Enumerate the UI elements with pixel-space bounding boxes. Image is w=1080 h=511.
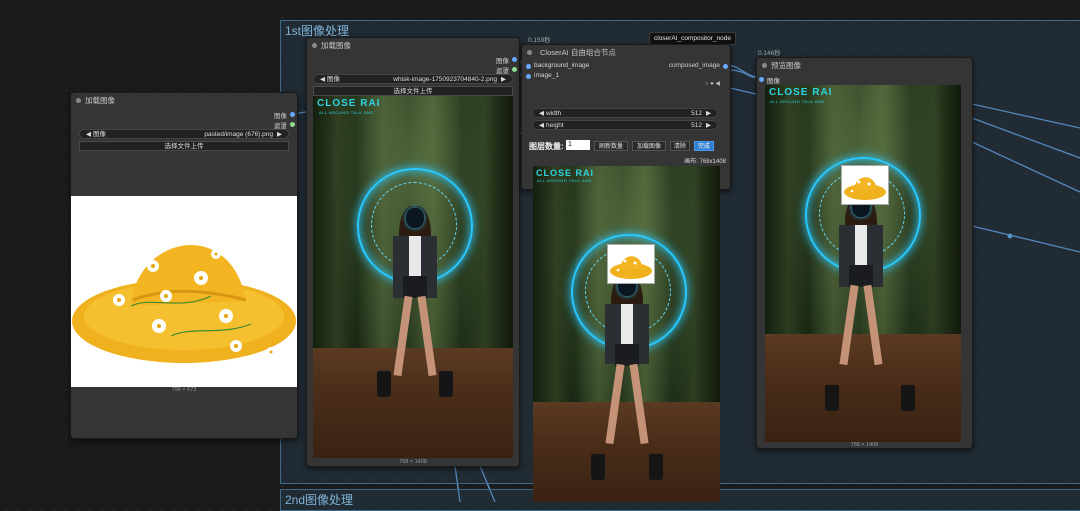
yellow-hat-graphic <box>72 245 296 363</box>
input-background-socket[interactable] <box>526 64 531 69</box>
collapse-dot-icon[interactable] <box>76 98 81 103</box>
node-header[interactable]: CloserAI 自由组合节点 <box>522 45 730 60</box>
height-right-arrow-icon[interactable]: ▶ <box>706 121 711 131</box>
width-right-arrow-icon[interactable]: ▶ <box>706 109 711 119</box>
output-image-socket[interactable] <box>512 57 517 62</box>
layers-input[interactable]: 1 <box>566 140 590 150</box>
combo-value: whisk-image-1750923704840-2.png <box>393 76 497 83</box>
node-header[interactable]: 预览图像 <box>757 58 972 73</box>
canvas-size-label: 画布: 768x1408 <box>684 159 726 165</box>
input-background-label: background_image <box>534 62 590 69</box>
upload-button[interactable]: 选择文件上传 <box>79 141 289 151</box>
width-label: width <box>546 110 562 117</box>
width-left-arrow-icon[interactable]: ◀ <box>539 109 544 119</box>
logo-subtext: ALL AROUND TALK AND <box>319 110 374 115</box>
size-caption: 768 × 1408 <box>399 459 427 465</box>
width-widget[interactable]: ◀ width ▶ 512 <box>532 108 718 118</box>
output-mask-socket[interactable] <box>290 122 295 127</box>
logo-text: CLOSE RAI <box>536 168 595 178</box>
collapse-dot-icon[interactable] <box>762 63 767 68</box>
size-caption: 768 × 1408 <box>850 442 879 448</box>
collapse-dot-icon[interactable] <box>527 50 532 55</box>
load-image-node-left[interactable]: 加载图像 图像 遮罩 ◀ 图像 ▶ pasted/image (676).png… <box>70 92 298 439</box>
height-value: 512 <box>691 122 702 129</box>
upload-button[interactable]: 选择文件上传 <box>313 86 513 96</box>
preview-image-node[interactable]: 预览图像 图像 CLOSE RAI ALL AROUND TALK AND 76… <box>756 57 973 449</box>
image-combo[interactable]: ◀ 图像 ▶ pasted/image (676).png <box>79 129 289 139</box>
node-header[interactable]: 加载图像 <box>71 93 297 108</box>
height-widget[interactable]: ◀ height ▶ 512 <box>532 120 718 130</box>
status-icons: ○ ● ◀ <box>704 81 720 87</box>
hat-overlay-layer[interactable] <box>607 244 655 284</box>
logo-text: CLOSE RAI <box>317 98 381 109</box>
node-header[interactable]: 加载图像 <box>307 38 519 53</box>
node-title: 预览图像 <box>771 61 801 70</box>
clear-button[interactable]: 清除 <box>670 141 690 151</box>
node-title: CloserAI 自由组合节点 <box>540 48 616 57</box>
refresh-count-button[interactable]: 刷新数量 <box>594 141 628 151</box>
group-2nd-title: 2nd图像处理 <box>285 493 354 507</box>
forest-girl-image: CLOSE RAI ALL AROUND TALK AND <box>313 96 513 458</box>
node-title: 加载图像 <box>85 96 115 105</box>
yellow-hat-graphic <box>844 177 886 200</box>
height-left-arrow-icon[interactable]: ◀ <box>539 121 544 131</box>
size-caption: 796 × 673 <box>171 387 197 393</box>
hat-image <box>71 196 297 387</box>
compositor-canvas[interactable]: CLOSE RAI ALL AROUND TALK AND <box>533 166 720 502</box>
output-image-socket[interactable] <box>290 112 295 117</box>
input-image1-socket[interactable] <box>526 74 531 79</box>
yellow-hat-graphic <box>610 256 652 279</box>
preview-time: 0.146秒 <box>758 50 781 57</box>
layers-label: 图层数量: <box>529 142 564 151</box>
output-composed-socket[interactable] <box>723 64 728 69</box>
width-value: 512 <box>691 110 702 117</box>
node-title: 加载图像 <box>321 41 351 50</box>
done-button[interactable]: 完成 <box>694 141 714 151</box>
collapse-dot-icon[interactable] <box>312 43 317 48</box>
combo-label: 图像 <box>327 76 340 83</box>
logo-subtext: ALL AROUND TALK AND <box>770 99 825 104</box>
combo-value: pasted/image (676).png <box>204 131 273 138</box>
combo-right-arrow-icon[interactable]: ▶ <box>501 75 506 85</box>
input-image-label: 图像 <box>767 78 780 85</box>
combo-left-arrow-icon[interactable]: ◀ <box>320 75 325 85</box>
combo-left-arrow-icon[interactable]: ◀ <box>86 130 91 140</box>
input-image-socket[interactable] <box>759 77 764 82</box>
output-composed-label: composed_image <box>668 62 720 69</box>
load-image-node-mid[interactable]: 加载图像 图像 遮罩 ◀ 图像 ▶ whisk-image-1750923704… <box>306 37 520 467</box>
combo-right-arrow-icon[interactable]: ▶ <box>277 130 282 140</box>
hat-overlay-layer <box>841 165 889 205</box>
load-image-button[interactable]: 加载图像 <box>632 141 666 151</box>
combo-label: 图像 <box>93 131 106 138</box>
output-image-label: 图像 <box>496 58 509 65</box>
logo-text: CLOSE RAI <box>769 87 833 98</box>
preview-output-image: CLOSE RAI ALL AROUND TALK AND <box>765 85 961 442</box>
image-combo[interactable]: ◀ 图像 ▶ whisk-image-1750923704840-2.png <box>313 74 513 84</box>
height-label: height <box>546 122 564 129</box>
input-image1-label: image_1 <box>534 72 559 79</box>
output-mask-socket[interactable] <box>512 67 517 72</box>
mask-face-icon <box>406 208 424 228</box>
logo-subtext: ALL AROUND TALK AND <box>537 178 592 183</box>
compositor-time: 0.159秒 <box>528 37 551 44</box>
output-image-label: 图像 <box>274 113 287 120</box>
